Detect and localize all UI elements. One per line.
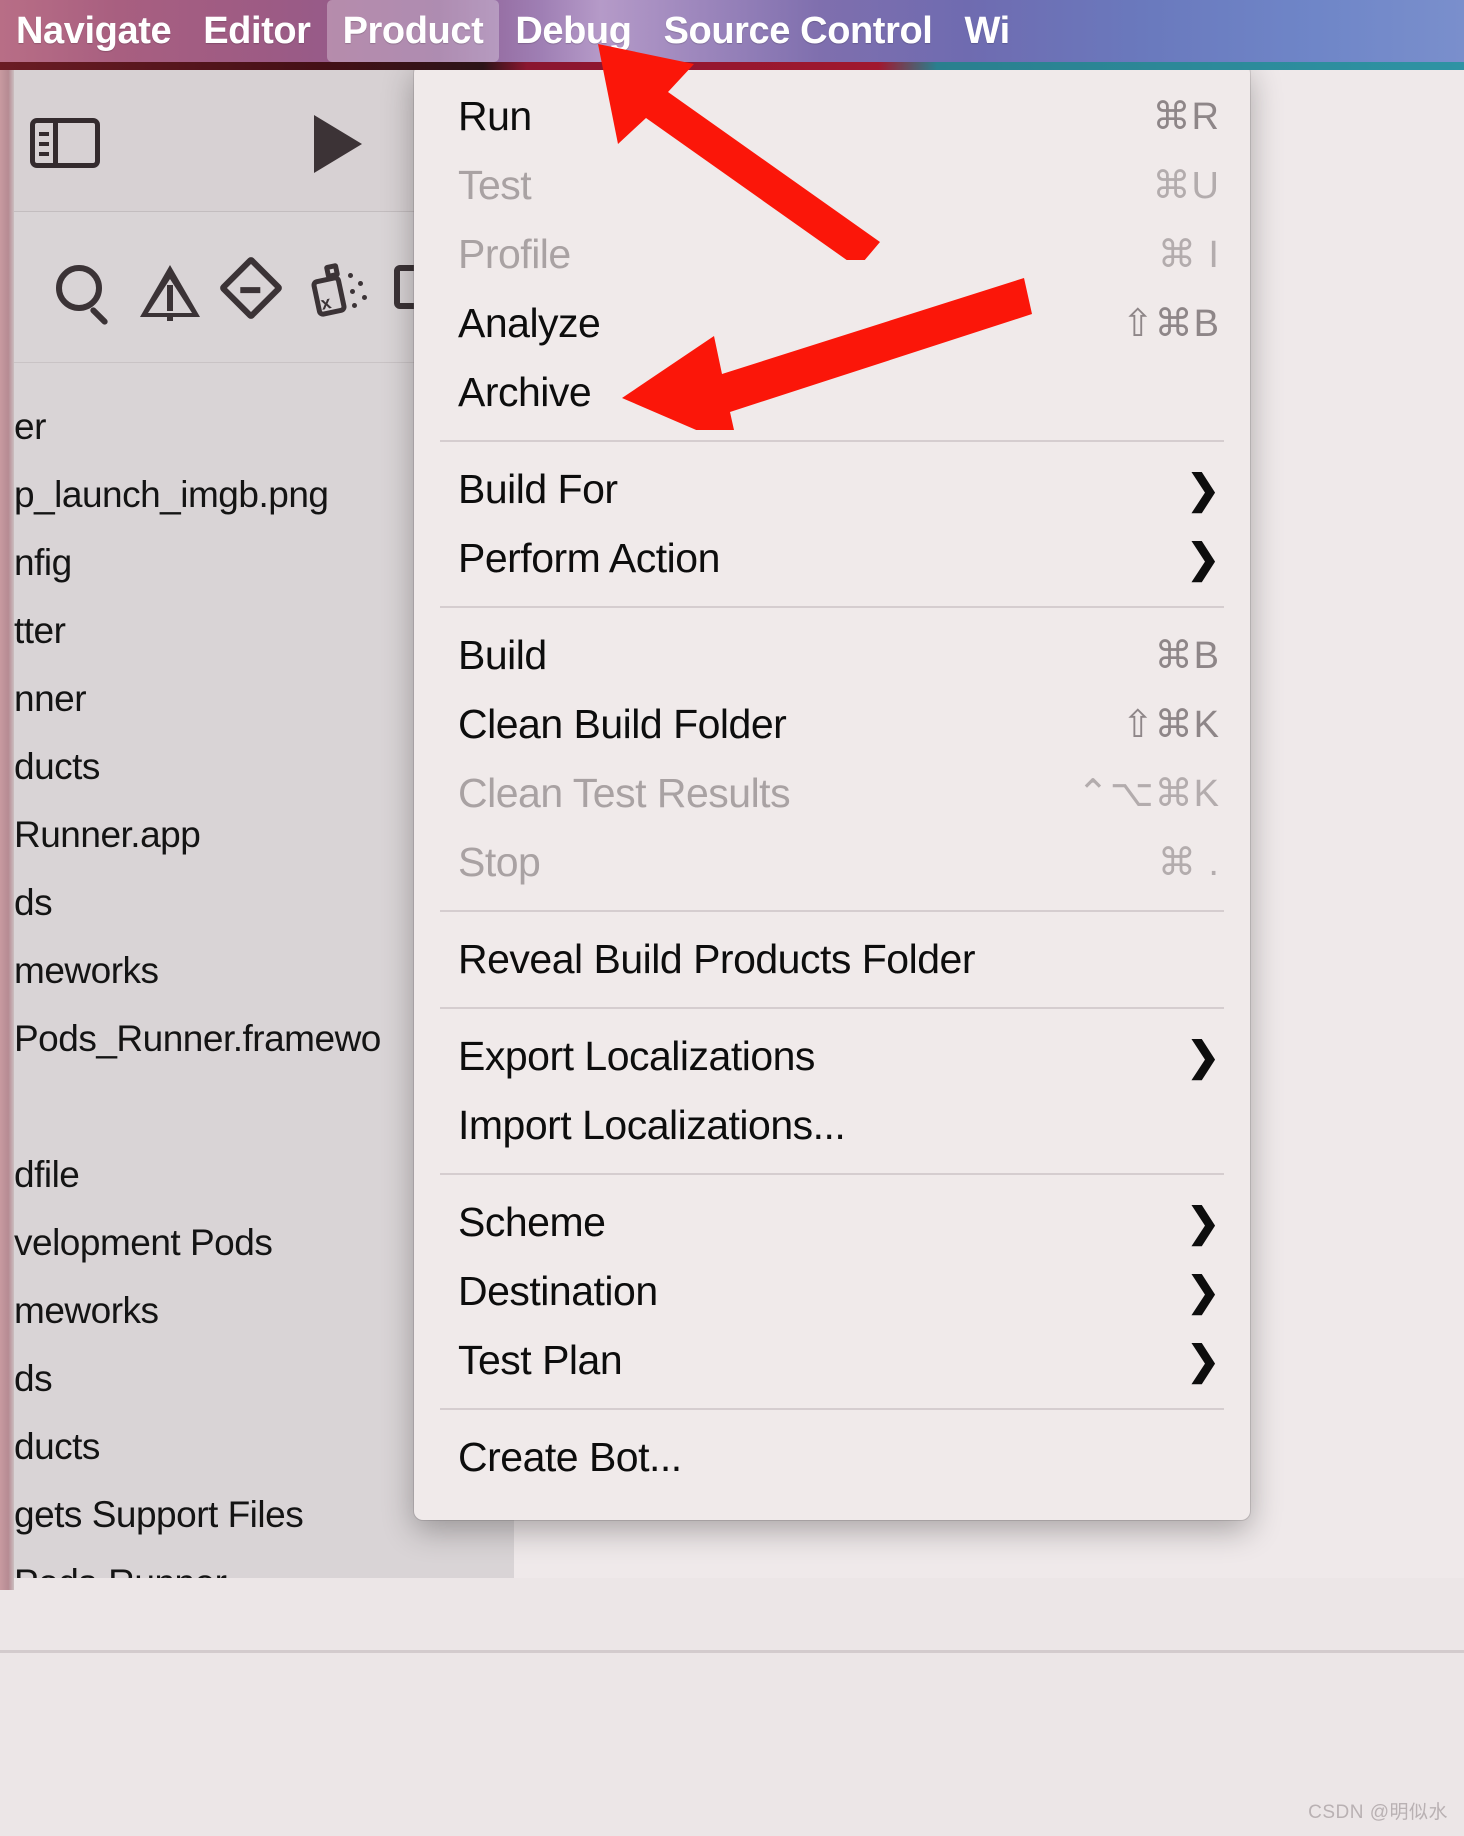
run-play-icon[interactable] — [314, 115, 362, 173]
menu-item-label: Scheme — [458, 1199, 606, 1245]
menu-item-label: Destination — [458, 1268, 658, 1314]
menu-separator — [440, 440, 1224, 442]
menu-item-label: Archive — [458, 369, 592, 415]
menu-item-label: Stop — [458, 839, 541, 885]
warning-triangle-icon[interactable] — [140, 265, 200, 321]
menu-item-build-for[interactable]: Build For ❯ — [414, 455, 1250, 524]
bottom-divider — [0, 1650, 1464, 1653]
chevron-right-icon: ❯ — [1186, 467, 1220, 512]
menu-item-label: Test — [458, 162, 532, 208]
menu-item-label: Build For — [458, 466, 618, 512]
chevron-right-icon: ❯ — [1186, 1034, 1220, 1079]
menu-item-shortcut: ⌘ I — [1157, 234, 1220, 276]
menu-item-import-localizations[interactable]: Import Localizations... — [414, 1091, 1250, 1160]
chevron-right-icon: ❯ — [1186, 1269, 1220, 1314]
spray-bottle-x-icon[interactable]: x — [310, 262, 367, 318]
chevron-right-icon: ❯ — [1186, 1338, 1220, 1383]
menu-item-shortcut: ⌘R — [1152, 96, 1220, 138]
spray-dot-1 — [348, 273, 353, 278]
menu-item-label: Run — [458, 93, 532, 139]
menu-item-test-plan[interactable]: Test Plan ❯ — [414, 1326, 1250, 1395]
navigator-row[interactable]: ds — [14, 882, 53, 924]
navigator-row[interactable]: velopment Pods — [14, 1222, 273, 1264]
menu-item-label: Import Localizations... — [458, 1102, 846, 1148]
menu-item-reveal-build-products-folder[interactable]: Reveal Build Products Folder — [414, 925, 1250, 994]
arrow-pointing-product-menu-title — [598, 44, 880, 260]
navigator-row[interactable]: p_launch_imgb.png — [14, 474, 329, 516]
warning-bang — [167, 285, 173, 311]
navigator-row[interactable]: Pods_Runner.framewo — [14, 1018, 381, 1060]
menu-item-shortcut: ⇧⌘K — [1121, 704, 1220, 746]
menu-item-label: Clean Build Folder — [458, 701, 787, 747]
menu-item-label: Clean Test Results — [458, 770, 791, 816]
menu-separator — [440, 1007, 1224, 1009]
search-icon[interactable] — [56, 265, 102, 311]
navigator-row[interactable]: nner — [14, 678, 87, 720]
menubar-item-navigate[interactable]: Navigate — [0, 0, 187, 62]
navigator-row[interactable]: Pods-Runner — [14, 1562, 227, 1578]
window-left-edge — [0, 70, 14, 1590]
menu-item-clean-build-folder[interactable]: Clean Build Folder ⇧⌘K — [414, 690, 1250, 759]
sidebar-line-2 — [39, 142, 49, 146]
menubar-item-wi[interactable]: Wi — [948, 0, 1025, 62]
navigator-row[interactable]: ducts — [14, 746, 100, 788]
menu-item-label: Test Plan — [458, 1337, 623, 1383]
csdn-watermark: CSDN @明似水 — [1308, 1802, 1448, 1823]
navigator-row[interactable]: tter — [14, 610, 66, 652]
sidebar-line-3 — [39, 152, 49, 156]
menu-item-create-bot[interactable]: Create Bot... — [414, 1423, 1250, 1492]
menu-separator — [440, 606, 1224, 608]
spray-dot-5 — [352, 303, 357, 308]
chevron-right-icon: ❯ — [1186, 536, 1220, 581]
navigator-row[interactable]: meworks — [14, 950, 159, 992]
menu-separator — [440, 1408, 1224, 1410]
menu-item-label: Perform Action — [458, 535, 720, 581]
spray-dot-4 — [362, 295, 367, 300]
menu-item-label: Analyze — [458, 300, 601, 346]
xcode-screenshot: x er p_launch_imgb.pngnfig tter nner ducts Ru… — [0, 0, 1464, 1836]
menu-item-shortcut: ⌘B — [1154, 635, 1220, 677]
navigator-row[interactable]: er — [14, 406, 46, 448]
chevron-right-icon: ❯ — [1186, 1200, 1220, 1245]
navigator-row[interactable]: ducts — [14, 1426, 100, 1468]
menu-item-shortcut: ⌃⌥⌘K — [1077, 773, 1220, 815]
menu-item-clean-test-results: Clean Test Results ⌃⌥⌘K — [414, 759, 1250, 828]
menu-item-perform-action[interactable]: Perform Action ❯ — [414, 524, 1250, 593]
menubar-item-editor[interactable]: Editor — [187, 0, 326, 62]
arrow-pointing-archive-item — [622, 278, 1032, 430]
warning-dot — [167, 315, 173, 321]
menu-separator — [440, 910, 1224, 912]
navigator-row[interactable]: Runner.app — [14, 814, 201, 856]
menu-item-scheme[interactable]: Scheme ❯ — [414, 1188, 1250, 1257]
menubar-item-product[interactable]: Product — [326, 0, 500, 62]
menu-item-label: Create Bot... — [458, 1434, 682, 1480]
navigator-row[interactable]: nfig — [14, 542, 72, 584]
navigator-row[interactable]: meworks — [14, 1290, 159, 1332]
menu-item-label: Export Localizations — [458, 1033, 815, 1079]
menu-item-destination[interactable]: Destination ❯ — [414, 1257, 1250, 1326]
spray-dot-2 — [358, 281, 363, 286]
menu-item-label: Build — [458, 632, 547, 678]
menu-item-stop: Stop ⌘ . — [414, 828, 1250, 897]
menu-separator — [440, 1173, 1224, 1175]
menu-item-shortcut: ⌘ . — [1157, 842, 1220, 884]
menu-item-build[interactable]: Build ⌘B — [414, 621, 1250, 690]
menu-item-shortcut: ⌘U — [1152, 165, 1220, 207]
menu-item-label: Reveal Build Products Folder — [458, 936, 975, 982]
navigator-row[interactable]: ds — [14, 1358, 53, 1400]
navigator-row[interactable]: dfile — [14, 1154, 80, 1196]
window-bottom-area — [0, 1578, 1464, 1836]
menu-item-shortcut: ⇧⌘B — [1121, 303, 1220, 345]
spray-dot-3 — [350, 289, 355, 294]
menu-item-export-localizations[interactable]: Export Localizations ❯ — [414, 1022, 1250, 1091]
sidebar-line-1 — [39, 132, 49, 136]
menu-item-label: Profile — [458, 231, 571, 277]
navigator-row[interactable]: gets Support Files — [14, 1494, 304, 1536]
breakpoint-diamond-icon[interactable] — [218, 255, 284, 321]
sidebar-toggle-icon[interactable] — [30, 118, 100, 168]
